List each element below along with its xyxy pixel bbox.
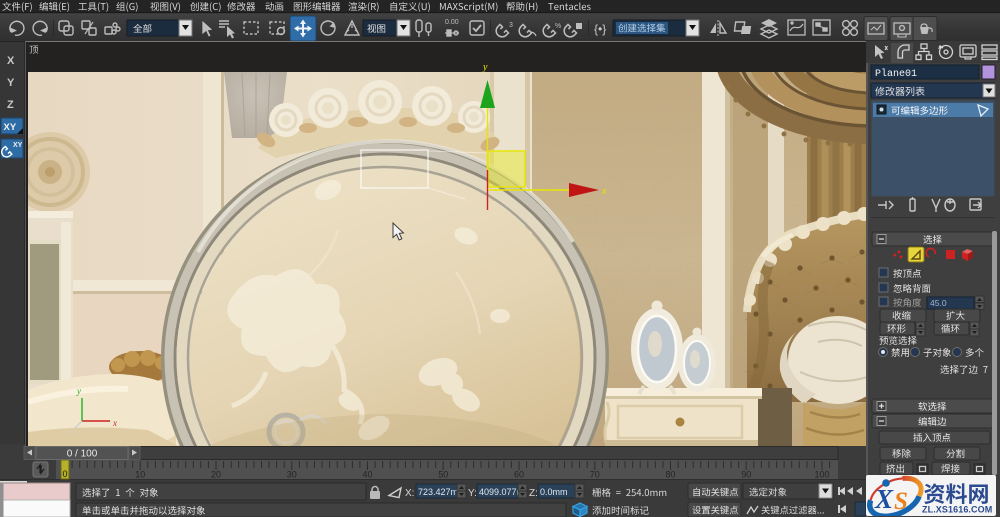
svg-text:30: 30 [287, 470, 297, 480]
svg-text:X:: X: [405, 488, 414, 499]
svg-text:80: 80 [665, 470, 675, 480]
svg-text:Z: Z [7, 99, 14, 111]
svg-text:100: 100 [814, 470, 829, 480]
svg-text:40: 40 [362, 470, 372, 480]
svg-text:{•}: {•} [594, 22, 606, 36]
svg-text:0 / 100: 0 / 100 [67, 449, 98, 460]
svg-text:Y: Y [7, 77, 15, 89]
svg-text:X: X [7, 55, 15, 67]
svg-text:%: % [555, 23, 561, 30]
svg-text:x: x [601, 186, 607, 197]
svg-text:50: 50 [438, 470, 448, 480]
svg-text:60: 60 [514, 470, 524, 480]
svg-text:0.00: 0.00 [445, 19, 459, 26]
svg-text:x: x [112, 418, 117, 428]
svg-text:y: y [482, 62, 488, 73]
svg-text:90: 90 [741, 470, 751, 480]
svg-text:X: X [874, 484, 894, 514]
svg-text:0: 0 [62, 469, 67, 479]
svg-text:z: z [68, 428, 73, 437]
svg-text:20: 20 [211, 470, 221, 480]
svg-text:70: 70 [590, 470, 600, 480]
svg-text:4099.077m: 4099.077m [479, 487, 524, 497]
svg-text:S: S [894, 488, 908, 515]
svg-text:3: 3 [509, 22, 513, 29]
svg-text:ZL.XS1616.COM: ZL.XS1616.COM [922, 505, 992, 515]
svg-text:10: 10 [135, 470, 145, 480]
svg-text:XY: XY [4, 122, 17, 133]
svg-text:y: y [76, 386, 81, 396]
svg-text:Plane01: Plane01 [875, 68, 917, 80]
svg-text:Z:: Z: [529, 488, 538, 499]
svg-text:0.0mm: 0.0mm [540, 487, 568, 497]
svg-text:45.0: 45.0 [930, 298, 947, 308]
svg-text:XY: XY [13, 142, 23, 149]
svg-text:Y:: Y: [468, 488, 477, 499]
